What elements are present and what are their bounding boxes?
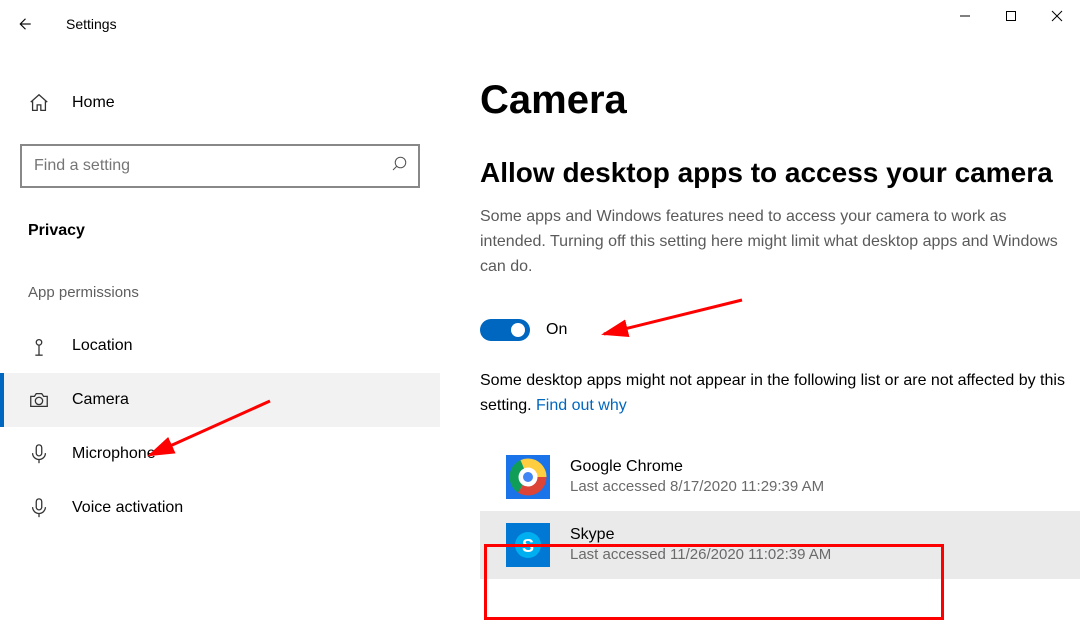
arrow-left-icon (15, 15, 33, 33)
sidebar: Home Privacy App permissions Location (0, 48, 440, 632)
nav-home[interactable]: Home (0, 76, 440, 130)
skype-icon: S (506, 523, 550, 567)
nav-home-label: Home (72, 94, 115, 112)
sidebar-item-label: Camera (72, 391, 129, 409)
toggle-row: On (480, 319, 1080, 341)
maximize-button[interactable] (988, 0, 1034, 32)
app-name: Google Chrome (570, 458, 824, 476)
search-icon (390, 155, 408, 177)
note-text: Some desktop apps might not appear in th… (480, 369, 1080, 419)
location-icon (28, 335, 50, 357)
app-row-chrome[interactable]: Google Chrome Last accessed 8/17/2020 11… (480, 443, 1080, 511)
app-row-skype[interactable]: S Skype Last accessed 11/26/2020 11:02:3… (480, 511, 1080, 579)
group-heading: App permissions (0, 274, 440, 319)
main-content: Camera Allow desktop apps to access your… (440, 48, 1080, 632)
minimize-button[interactable] (942, 0, 988, 32)
toggle-knob (511, 323, 525, 337)
camera-icon (28, 389, 50, 411)
close-button[interactable] (1034, 0, 1080, 32)
sidebar-item-camera[interactable]: Camera (0, 373, 440, 427)
search-input[interactable] (32, 156, 390, 176)
chrome-icon (506, 455, 550, 499)
camera-access-toggle[interactable] (480, 319, 530, 341)
window-title: Settings (66, 16, 117, 32)
app-last-accessed: Last accessed 8/17/2020 11:29:39 AM (570, 478, 824, 495)
back-button[interactable] (0, 0, 48, 48)
page-title: Camera (480, 78, 1080, 123)
voice-activation-icon (28, 497, 50, 519)
window-controls (942, 0, 1080, 32)
svg-text:S: S (522, 536, 534, 556)
app-list: Google Chrome Last accessed 8/17/2020 11… (480, 443, 1080, 579)
search-box[interactable] (20, 144, 420, 188)
app-last-accessed: Last accessed 11/26/2020 11:02:39 AM (570, 546, 831, 563)
section-title: Allow desktop apps to access your camera (480, 157, 1080, 189)
sidebar-item-location[interactable]: Location (0, 319, 440, 373)
titlebar: Settings (0, 0, 1080, 48)
app-name: Skype (570, 526, 831, 544)
section-description: Some apps and Windows features need to a… (480, 205, 1060, 279)
sidebar-item-label: Location (72, 337, 133, 355)
microphone-icon (28, 443, 50, 465)
find-out-why-link[interactable]: Find out why (536, 397, 627, 414)
category-heading: Privacy (0, 212, 440, 274)
sidebar-item-microphone[interactable]: Microphone (0, 427, 440, 481)
sidebar-item-voice-activation[interactable]: Voice activation (0, 481, 440, 535)
home-icon (28, 92, 50, 114)
sidebar-item-label: Voice activation (72, 499, 183, 517)
toggle-state-label: On (546, 321, 567, 339)
sidebar-item-label: Microphone (72, 445, 156, 463)
